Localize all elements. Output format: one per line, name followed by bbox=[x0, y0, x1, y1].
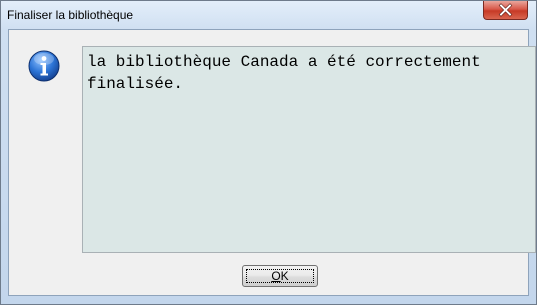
ok-label-rest: K bbox=[280, 269, 289, 283]
ok-button[interactable]: OK bbox=[242, 265, 318, 287]
window-title: Finaliser la bibliothèque bbox=[7, 8, 134, 22]
message-area: la bibliothèque Canada a été correctemen… bbox=[82, 46, 536, 253]
ok-button-label: OK bbox=[271, 269, 288, 283]
dialog-window: Finaliser la bibliothèque la bibliothèqu… bbox=[0, 0, 537, 305]
dialog-body: la bibliothèque Canada a été correctemen… bbox=[8, 29, 536, 296]
info-icon bbox=[28, 50, 60, 82]
message-text: la bibliothèque Canada a été correctemen… bbox=[87, 53, 491, 93]
close-icon bbox=[498, 3, 513, 17]
close-button[interactable] bbox=[483, 1, 528, 20]
title-bar[interactable]: Finaliser la bibliothèque bbox=[1, 1, 536, 29]
ok-mnemonic: O bbox=[271, 269, 281, 283]
